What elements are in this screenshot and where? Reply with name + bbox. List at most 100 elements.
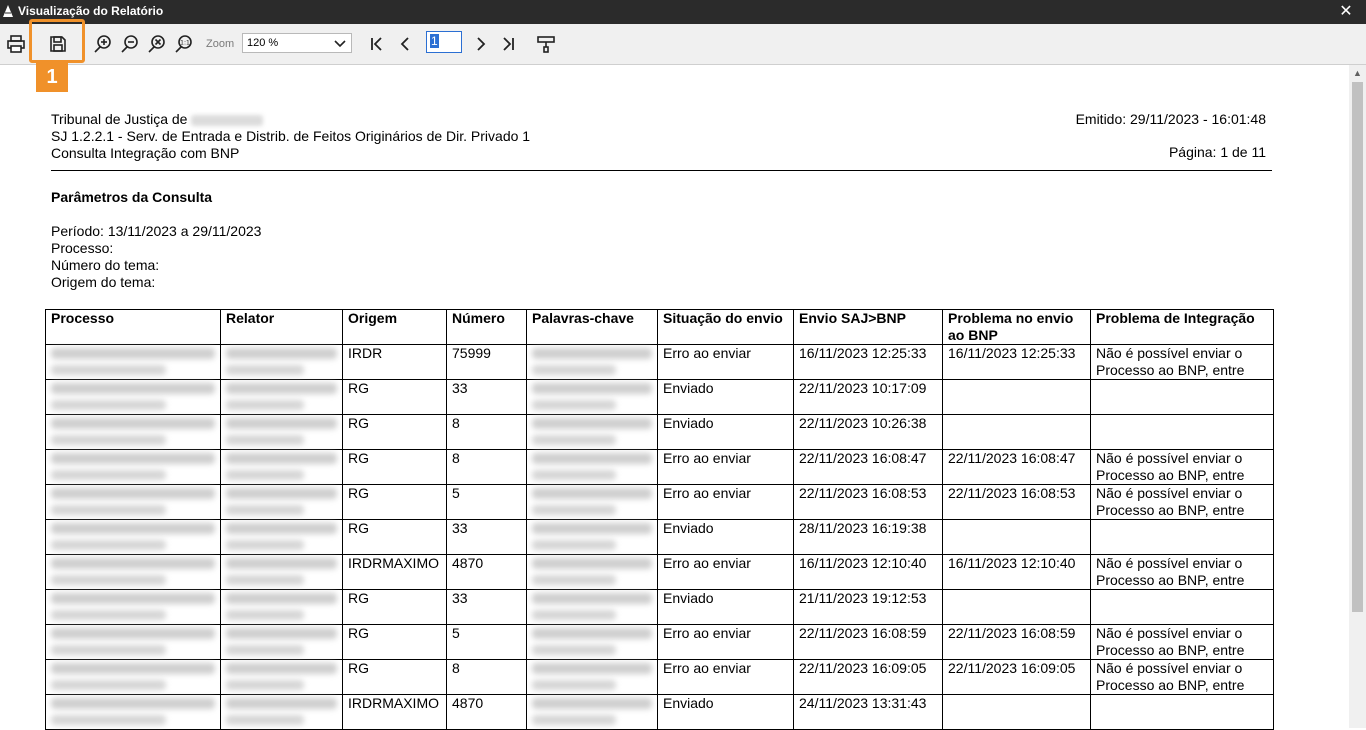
redacted-text <box>532 453 652 464</box>
previous-page-button[interactable] <box>394 33 416 55</box>
redacted-text <box>532 540 616 550</box>
scroll-up-icon[interactable]: ▲ <box>1349 65 1366 82</box>
redacted-text <box>226 365 304 375</box>
cell-processo <box>45 589 221 625</box>
param-theme-number: Número do tema: <box>51 257 160 273</box>
redacted-text <box>532 383 652 394</box>
cell-relator <box>220 414 343 450</box>
cell-situacao: Erro ao enviar <box>657 554 794 590</box>
redacted-text <box>532 645 616 655</box>
table-row: RG 5 Erro ao enviar 22/11/2023 16:08:59 22/1… <box>45 624 1274 660</box>
zoom-in-icon <box>94 35 111 53</box>
close-button[interactable]: ✕ <box>1326 0 1366 24</box>
cell-numero: 5 <box>446 624 527 660</box>
report-viewer: Tribunal de Justiça de SJ 1.2.2.1 - Serv… <box>0 65 1349 730</box>
print-icon <box>7 35 25 53</box>
cell-palavras-chave <box>526 344 658 380</box>
cell-problema-envio: 16/11/2023 12:10:40 <box>942 554 1091 590</box>
col-numero: Número <box>446 309 527 345</box>
cell-relator <box>220 589 343 625</box>
redacted-text <box>51 523 215 534</box>
cell-envio: 22/11/2023 16:08:47 <box>793 449 943 485</box>
zoom-in-button[interactable] <box>92 33 114 55</box>
cell-situacao: Enviado <box>657 379 794 415</box>
cell-origem: RG <box>342 484 447 520</box>
cell-processo <box>45 624 221 660</box>
callout-badge: 1 <box>36 62 68 92</box>
page-setup-button[interactable] <box>535 33 557 55</box>
cell-envio: 22/11/2023 10:26:38 <box>793 414 943 450</box>
redacted-text <box>226 715 304 725</box>
cell-problema-integracao: Não é possível enviar o Processo ao BNP,… <box>1090 624 1274 660</box>
cell-origem: IRDRMAXIMO <box>342 694 447 730</box>
cell-origem: RG <box>342 659 447 695</box>
redacted-text <box>532 505 616 515</box>
redacted-text <box>226 383 337 394</box>
cell-relator <box>220 519 343 555</box>
cell-palavras-chave <box>526 484 658 520</box>
col-envio: Envio SAJ>BNP <box>793 309 943 345</box>
last-page-button[interactable] <box>497 33 519 55</box>
zoom-actual-size-button[interactable]: 1:1 <box>173 33 195 55</box>
cell-situacao: Enviado <box>657 414 794 450</box>
cell-situacao: Enviado <box>657 694 794 730</box>
col-palavras-chave: Palavras-chave <box>526 309 658 345</box>
zoom-reset-button[interactable] <box>146 33 168 55</box>
page-number-input[interactable]: 1 <box>426 31 462 53</box>
redacted-text <box>51 593 215 604</box>
cell-palavras-chave <box>526 414 658 450</box>
redacted-text <box>226 680 304 690</box>
redacted-text <box>532 435 616 445</box>
next-page-button[interactable] <box>470 33 492 55</box>
cell-palavras-chave <box>526 624 658 660</box>
redacted-text <box>226 453 337 464</box>
redacted-text <box>226 435 304 445</box>
col-relator: Relator <box>220 309 343 345</box>
table-row: RG 33 Enviado 21/11/2023 19:12:53 <box>45 589 1274 625</box>
cell-processo <box>45 519 221 555</box>
page-setup-icon <box>537 36 555 53</box>
cell-processo <box>45 484 221 520</box>
cell-envio: 16/11/2023 12:10:40 <box>793 554 943 590</box>
zoom-out-button[interactable] <box>119 33 141 55</box>
redacted-text <box>226 698 337 709</box>
redacted-text <box>51 628 215 639</box>
redacted-text <box>51 698 215 709</box>
redacted-text <box>226 540 304 550</box>
redacted-text <box>532 575 616 585</box>
cell-numero: 4870 <box>446 694 527 730</box>
cell-numero: 33 <box>446 589 527 625</box>
vertical-scrollbar[interactable]: ▲ <box>1349 65 1366 728</box>
scrollbar-thumb[interactable] <box>1352 82 1363 612</box>
cell-envio: 22/11/2023 10:17:09 <box>793 379 943 415</box>
cell-problema-integracao: Não é possível enviar o Processo ao BNP,… <box>1090 344 1274 380</box>
chevron-left-icon <box>400 37 409 51</box>
redacted-text <box>532 488 652 499</box>
table-row: IRDRMAXIMO 4870 Erro ao enviar 16/11/2023 1… <box>45 554 1274 590</box>
redacted-text <box>226 645 304 655</box>
cell-envio: 22/11/2023 16:08:59 <box>793 624 943 660</box>
cell-problema-integracao: Não é possível enviar o Processo ao BNP,… <box>1090 554 1274 590</box>
cell-situacao: Enviado <box>657 589 794 625</box>
redacted-text <box>51 540 166 550</box>
zoom-label: Zoom <box>206 38 235 50</box>
redacted-text <box>532 715 616 725</box>
save-button-highlight <box>29 19 85 63</box>
chevron-right-icon <box>477 37 486 51</box>
cell-origem: RG <box>342 379 447 415</box>
cell-problema-integracao <box>1090 519 1274 555</box>
redacted-text <box>532 523 652 534</box>
cell-numero: 33 <box>446 379 527 415</box>
print-button[interactable] <box>5 33 27 55</box>
cell-palavras-chave <box>526 589 658 625</box>
cell-origem: RG <box>342 519 447 555</box>
cell-origem: RG <box>342 589 447 625</box>
cell-problema-envio <box>942 379 1091 415</box>
redacted-text <box>532 558 652 569</box>
redacted-text <box>532 610 616 620</box>
report-header-left: Tribunal de Justiça de SJ 1.2.2.1 - Serv… <box>51 111 530 162</box>
page-number-value: 1 <box>430 34 439 48</box>
cell-envio: 22/11/2023 16:08:53 <box>793 484 943 520</box>
zoom-select[interactable]: 120 % <box>242 33 352 53</box>
first-page-button[interactable] <box>366 33 388 55</box>
